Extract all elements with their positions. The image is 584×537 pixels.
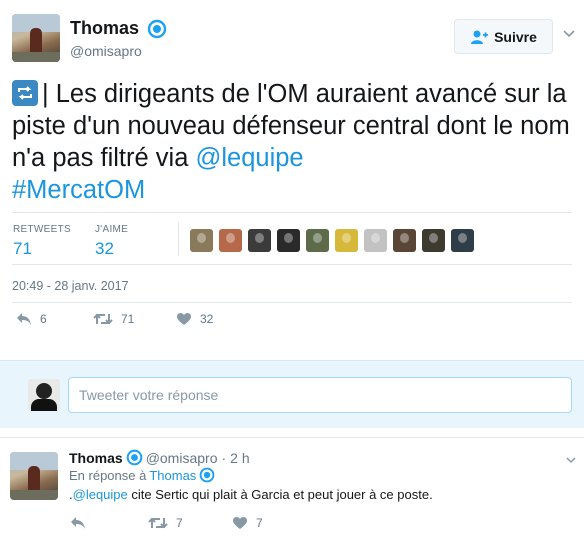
liker-avatar[interactable] [190,229,213,252]
liker-avatar[interactable] [277,229,300,252]
in-reply-link[interactable]: Thomas [149,468,196,483]
reply-icon [71,517,85,529]
like-count: 7 [256,516,263,530]
reply-author-avatar[interactable] [10,452,58,500]
mention-link[interactable]: @lequipe [195,144,303,172]
divider [178,222,179,256]
in-reply-prefix: En réponse à [69,467,147,483]
likes-stat[interactable]: J'AIME 32 [95,224,128,259]
liker-avatar[interactable] [422,229,445,252]
heart-icon [233,517,247,529]
reply-icon [17,313,31,325]
divider [0,428,584,438]
like-action[interactable]: 7 [232,516,263,530]
divider [12,212,572,213]
likes-count: 32 [95,239,114,258]
retweets-stat[interactable]: RETWEETS 71 [13,224,71,259]
reply-composer [0,360,584,428]
liker-avatar[interactable] [248,229,271,252]
reply-header: Thomas @omisapro · 2 h [69,449,250,466]
chevron-down-icon[interactable] [563,30,575,38]
divider [12,302,572,303]
author-name[interactable]: Thomas [70,18,139,39]
liker-avatar[interactable] [335,229,358,252]
reply-count: 6 [40,312,47,326]
liker-avatar[interactable] [219,229,242,252]
reply-author-name[interactable]: Thomas [69,450,123,466]
hashtag-link[interactable]: #MercatOM [12,176,145,204]
author-handle[interactable]: @omisapro [70,43,142,59]
heart-icon [177,313,191,325]
separator: · [221,449,227,466]
reply-input[interactable] [68,377,572,413]
follow-button[interactable]: Suivre [454,19,553,54]
verified-icon [199,467,215,483]
mention-link[interactable]: @lequipe [73,487,128,502]
reply-action[interactable] [70,516,94,530]
add-person-icon [471,30,489,44]
in-reply-to: En réponse à Thomas [69,467,218,483]
liker-avatar[interactable] [364,229,387,252]
reply-time[interactable]: 2 h [230,450,249,466]
retweets-label: RETWEETS [13,224,71,235]
reply-action[interactable]: 6 [16,312,47,326]
chevron-down-icon[interactable] [566,457,576,464]
repeat-emoji-icon [12,80,38,106]
retweet-icon [148,517,168,529]
retweet-action[interactable]: 71 [93,312,134,326]
verified-icon [126,449,143,466]
retweet-count: 7 [176,516,183,530]
likes-label: J'AIME [95,224,129,235]
liker-avatars [190,229,480,252]
liker-avatar[interactable] [306,229,329,252]
liker-avatar[interactable] [451,229,474,252]
retweet-count: 71 [121,312,135,326]
author: Thomas [70,18,167,39]
liker-avatar[interactable] [393,229,416,252]
reply-author-handle[interactable]: @omisapro [146,450,218,466]
retweet-icon [93,313,113,325]
like-action[interactable]: 32 [176,312,213,326]
tweet-timestamp[interactable]: 20:49 - 28 janv. 2017 [12,279,129,293]
follow-label: Suivre [494,28,537,45]
divider [12,264,572,265]
author-avatar[interactable] [12,14,60,62]
reply-text: .@lequipe cite Sertic qui plait à Garcia… [69,487,433,502]
verified-icon [148,19,167,38]
retweet-action[interactable]: 7 [148,516,183,530]
reply-text-body: cite Sertic qui plait à Garcia et peut j… [127,487,433,502]
retweets-count: 71 [13,239,32,258]
tweet-text: | Les dirigeants de l'OM auraient avancé… [12,78,572,206]
like-count: 32 [200,312,214,326]
user-avatar[interactable] [28,379,60,411]
